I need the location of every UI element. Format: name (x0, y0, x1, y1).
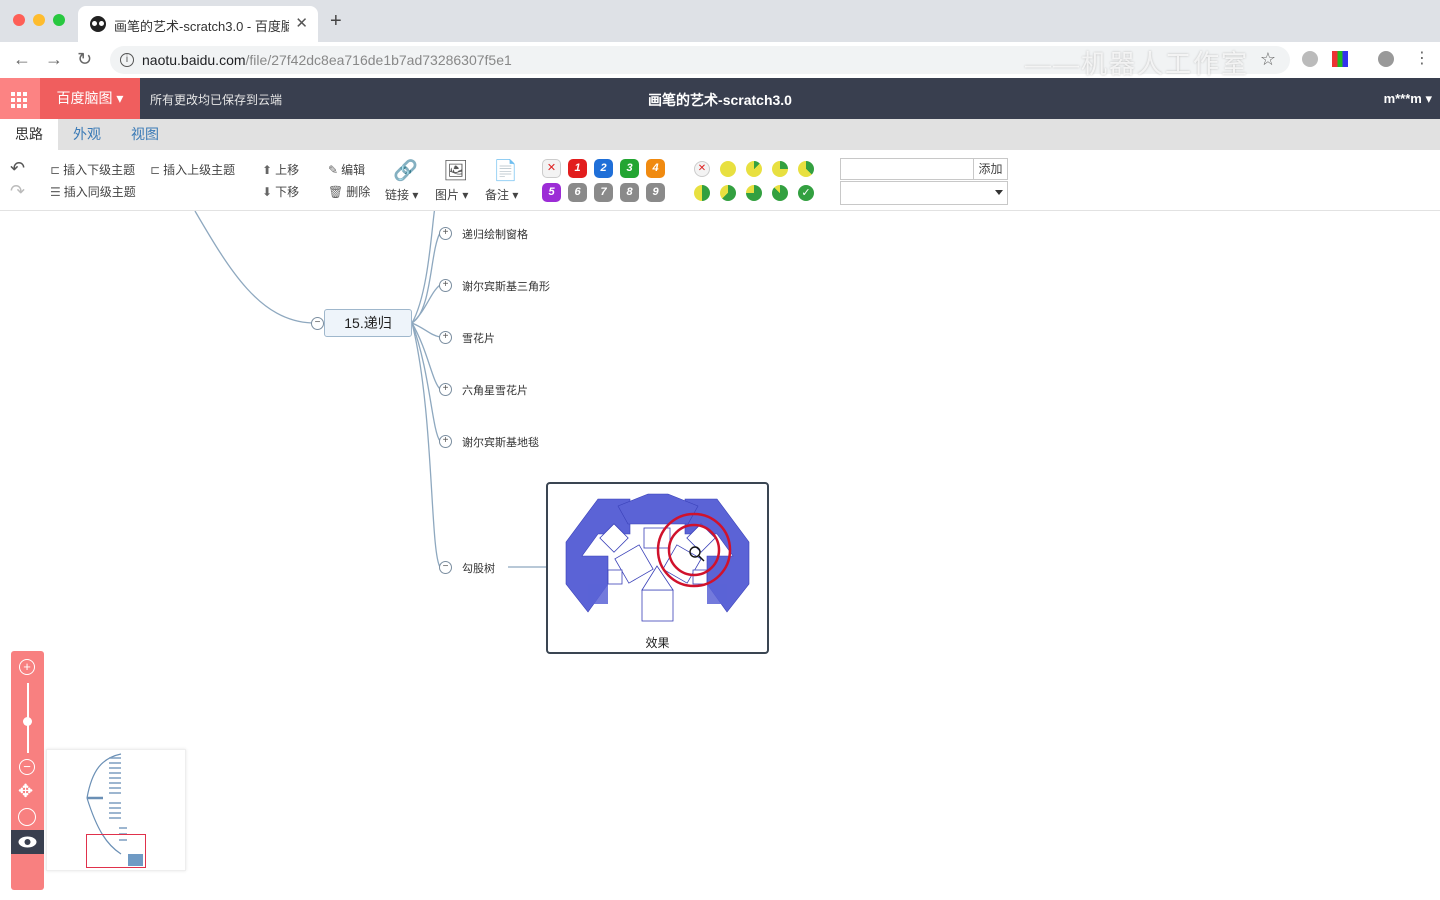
insert-parent-button[interactable]: ⊏ 插入上级主题 (150, 161, 235, 178)
link-button[interactable]: 链接 ▾ (385, 186, 418, 203)
browser-tab-strip: 画笔的艺术-scratch3.0 - 百度脑图 ✕ + (0, 0, 1440, 42)
expand-icon[interactable]: + (439, 227, 452, 240)
progress-7-icon[interactable] (772, 185, 788, 201)
navigator-viewport[interactable] (86, 834, 146, 868)
locate-icon[interactable] (18, 808, 36, 826)
note-icon[interactable]: 📄 (493, 158, 518, 183)
expand-icon[interactable]: + (439, 331, 452, 344)
owl-icon (90, 16, 106, 32)
priority-8[interactable]: 8 (620, 183, 639, 202)
zoom-out-icon[interactable]: − (19, 759, 35, 775)
progress-4-icon[interactable] (694, 185, 710, 201)
undo-icon[interactable]: ↶ (10, 158, 25, 179)
move-down-button[interactable]: ⬇ 下移 (262, 183, 299, 200)
image-topic-node[interactable]: 效果 (546, 482, 769, 654)
priority-4[interactable]: 4 (646, 159, 665, 178)
image-button[interactable]: 图片 ▾ (435, 186, 468, 203)
forward-icon[interactable]: → (45, 50, 63, 68)
collapse-icon[interactable]: − (439, 561, 452, 574)
mindmap-canvas[interactable]: − 15.递归 + 递归绘制窗格 + 谢尔宾斯基三角形 + 雪花片 + 六角星雪… (0, 211, 1440, 900)
main-tab-bar: 思路 外观 视图 (0, 119, 1440, 150)
navigator-minimap[interactable] (46, 749, 186, 871)
delete-button[interactable]: 🗑 删除 (328, 183, 370, 200)
close-window-button[interactable] (13, 14, 25, 26)
progress-done-icon[interactable]: ✓ (798, 185, 814, 201)
image-caption: 效果 (645, 636, 670, 650)
extension-icon[interactable] (1332, 51, 1348, 67)
expand-icon[interactable]: + (439, 383, 452, 396)
zoom-panel: + − ✥ (11, 651, 44, 890)
info-icon[interactable]: i (120, 53, 134, 67)
browser-menu-icon[interactable]: ⋮ (1414, 50, 1430, 68)
priority-7[interactable]: 7 (594, 183, 613, 202)
redo-icon[interactable]: ↷ (10, 181, 25, 202)
tab-appearance[interactable]: 外观 (58, 119, 116, 150)
bookmark-star-icon[interactable]: ☆ (1260, 49, 1276, 70)
note-button[interactable]: 备注 ▾ (485, 186, 518, 203)
priority-2[interactable]: 2 (594, 159, 613, 178)
progress-3-icon[interactable] (798, 161, 814, 177)
topic-node[interactable]: 谢尔宾斯基三角形 (462, 278, 550, 294)
toolbar: ↶ ↷ ⊏ 插入下级主题 ⊏ 插入上级主题 ☰ 插入同级主题 ⬆ 上移 ⬇ 下移 ✎ 编辑 … (0, 150, 1440, 211)
priority-6[interactable]: 6 (568, 183, 587, 202)
extension-icon[interactable] (1302, 51, 1318, 67)
remove-progress-icon[interactable]: ✕ (694, 161, 710, 177)
close-tab-icon[interactable]: ✕ (295, 14, 308, 32)
document-title[interactable]: 画笔的艺术-scratch3.0 (0, 90, 1440, 110)
pythagoras-tree-image (565, 493, 750, 622)
tab-idea[interactable]: 思路 (0, 119, 58, 150)
priority-5[interactable]: 5 (542, 183, 561, 202)
image-icon[interactable]: 🖼 (443, 158, 468, 183)
edit-button[interactable]: ✎ 编辑 (328, 161, 365, 178)
remove-priority-icon[interactable]: ✕ (542, 159, 561, 178)
move-icon[interactable]: ✥ (18, 782, 33, 800)
browser-tab-title: 画笔的艺术-scratch3.0 - 百度脑图 (114, 19, 289, 34)
topic-node[interactable]: 勾股树 (462, 560, 495, 576)
collapse-icon[interactable]: − (311, 317, 324, 330)
tab-view[interactable]: 视图 (116, 119, 174, 150)
watermark: ——机器人工作室 (1025, 49, 1250, 79)
resource-add-button[interactable]: 添加 (973, 158, 1008, 180)
priority-1[interactable]: 1 (568, 159, 587, 178)
back-icon[interactable]: ← (13, 50, 31, 68)
topic-node-main[interactable]: 15.递归 (324, 309, 412, 337)
app-header: 百度脑图 ▾ 所有更改均已保存到云端 画笔的艺术-scratch3.0 m***… (0, 78, 1440, 119)
user-menu[interactable]: m***m ▾ (1384, 91, 1432, 107)
move-up-button[interactable]: ⬆ 上移 (262, 161, 299, 178)
browser-tab[interactable]: 画笔的艺术-scratch3.0 - 百度脑图 ✕ (78, 6, 318, 42)
priority-3[interactable]: 3 (620, 159, 639, 178)
progress-2-icon[interactable] (772, 161, 788, 177)
maximize-window-button[interactable] (53, 14, 65, 26)
minimize-window-button[interactable] (33, 14, 45, 26)
priority-9[interactable]: 9 (646, 183, 665, 202)
progress-1-icon[interactable] (746, 161, 762, 177)
zoom-slider-thumb[interactable] (23, 717, 32, 726)
new-tab-button[interactable]: + (330, 11, 342, 31)
reload-icon[interactable]: ↻ (77, 50, 92, 68)
eye-icon[interactable] (11, 830, 44, 854)
topic-node[interactable]: 六角星雪花片 (462, 382, 528, 398)
progress-6-icon[interactable] (746, 185, 762, 201)
progress-5-icon[interactable] (720, 185, 736, 201)
insert-child-button[interactable]: ⊏ 插入下级主题 (50, 161, 135, 178)
topic-node[interactable]: 谢尔宾斯基地毯 (462, 434, 539, 450)
url-text: naotu.baidu.com/file/27f42dc8ea716de1b7a… (142, 52, 512, 68)
progress-0-icon[interactable] (720, 161, 736, 177)
resource-select[interactable] (840, 181, 1008, 205)
zoom-in-icon[interactable]: + (19, 659, 35, 675)
expand-icon[interactable]: + (439, 435, 452, 448)
link-icon[interactable]: 🔗 (393, 158, 418, 183)
extension-icon[interactable] (1378, 51, 1394, 67)
topic-node[interactable]: 递归绘制窗格 (462, 226, 528, 242)
insert-sibling-button[interactable]: ☰ 插入同级主题 (50, 183, 136, 200)
expand-icon[interactable]: + (439, 279, 452, 292)
resource-input[interactable] (840, 158, 974, 180)
topic-node[interactable]: 雪花片 (462, 330, 495, 346)
